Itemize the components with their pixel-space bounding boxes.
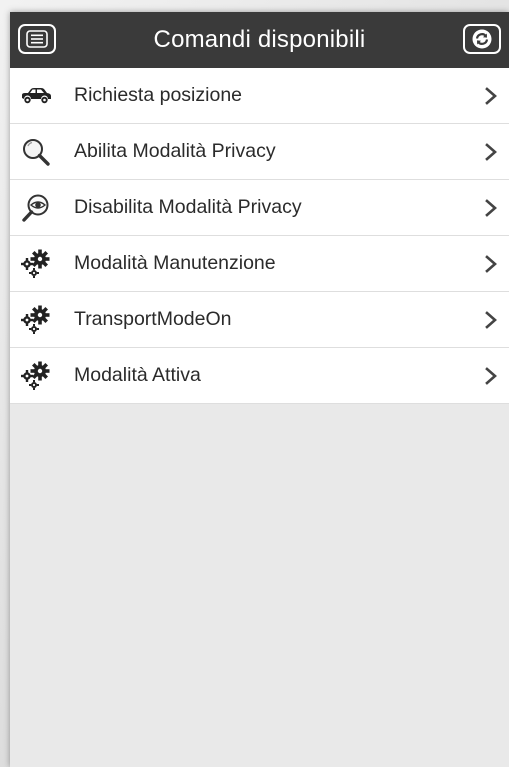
menu-icon <box>26 30 48 48</box>
command-label: Abilita Modalità Privacy <box>74 140 276 162</box>
chevron-right-icon <box>485 199 497 217</box>
app-screen: Comandi disponibili Richiesta posizione … <box>10 12 509 767</box>
command-list: Richiesta posizione Abilita Modalità Pri… <box>10 68 509 404</box>
chevron-right-icon <box>485 367 497 385</box>
command-item-abilita-privacy[interactable]: Abilita Modalità Privacy <box>10 124 509 180</box>
eye-magnifier-icon <box>18 190 54 226</box>
gears-icon <box>18 358 54 394</box>
chevron-right-icon <box>485 255 497 273</box>
device-frame: Comandi disponibili Richiesta posizione … <box>0 0 509 767</box>
command-item-transport-mode-on[interactable]: TransportModeOn <box>10 292 509 348</box>
gears-icon <box>18 246 54 282</box>
menu-button[interactable] <box>18 24 56 54</box>
command-label: Disabilita Modalità Privacy <box>74 196 302 218</box>
command-item-modalita-manutenzione[interactable]: Modalità Manutenzione <box>10 236 509 292</box>
command-item-modalita-attiva[interactable]: Modalità Attiva <box>10 348 509 404</box>
refresh-button[interactable] <box>463 24 501 54</box>
page-title: Comandi disponibili <box>153 26 366 53</box>
gears-icon <box>18 302 54 338</box>
command-label: TransportModeOn <box>74 308 232 330</box>
command-item-richiesta-posizione[interactable]: Richiesta posizione <box>10 68 509 124</box>
header-bar: Comandi disponibili <box>10 12 509 69</box>
refresh-icon <box>472 29 492 49</box>
car-icon <box>18 78 54 114</box>
command-item-disabilita-privacy[interactable]: Disabilita Modalità Privacy <box>10 180 509 236</box>
command-label: Richiesta posizione <box>74 84 243 106</box>
command-label: Modalità Attiva <box>74 364 201 386</box>
chevron-right-icon <box>485 311 497 329</box>
chevron-right-icon <box>485 87 497 105</box>
magnifier-icon <box>18 134 54 170</box>
chevron-right-icon <box>485 143 497 161</box>
command-label: Modalità Manutenzione <box>74 252 276 274</box>
